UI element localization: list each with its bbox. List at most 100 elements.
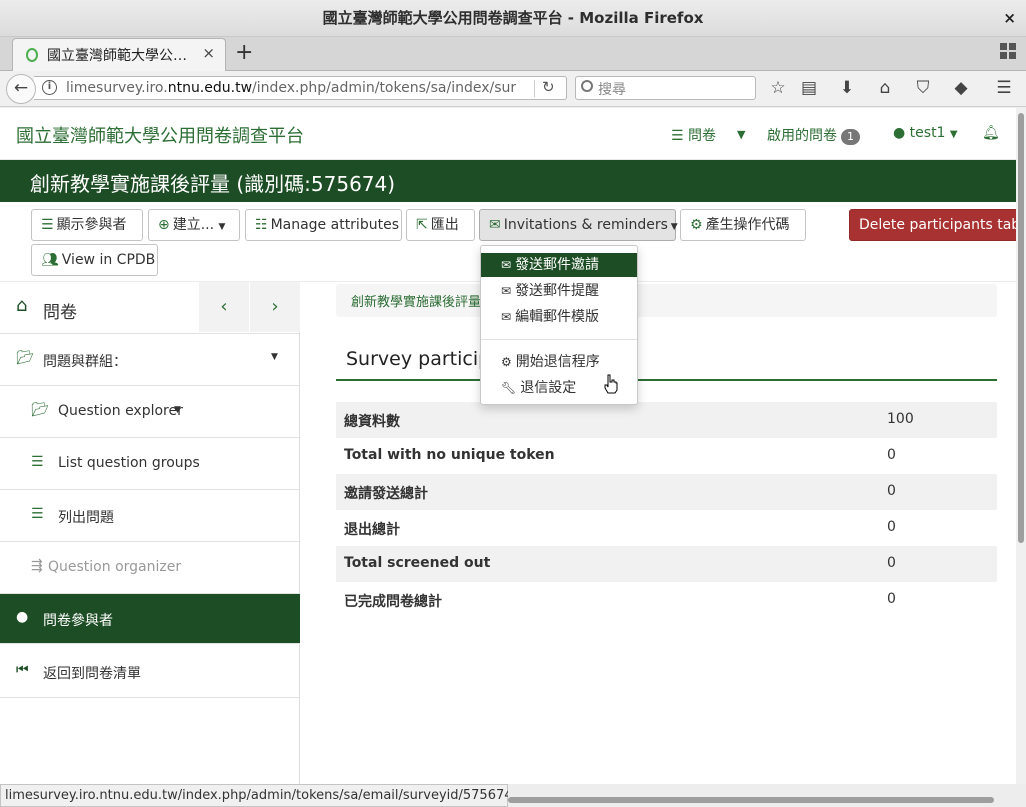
show-participants-button[interactable]: ☰ 顯示參與者 <box>31 209 143 241</box>
table-row: Total screened out 0 <box>336 546 997 582</box>
list-icon: ☰ <box>41 217 54 233</box>
table-row: Total with no unique token 0 <box>344 447 896 463</box>
manage-attributes-button[interactable]: ☷ Manage attributes <box>245 209 402 241</box>
sidebar-item-participants[interactable]: ● 問卷參與者 <box>0 594 300 644</box>
table-row: 總資料數 100 <box>336 402 997 438</box>
delete-participants-table-button[interactable]: Delete participants table <box>849 209 1016 241</box>
page-content: 國立臺灣師範大學公用問卷調查平台 ☰ 問卷 ▼ 啟用的問卷 1 ● test1 ▼… <box>0 108 1016 784</box>
heading-divider <box>336 379 997 381</box>
sidebar-item-list-questions[interactable]: ☰ 列出問題 <box>0 490 300 542</box>
folder-open-icon: 📂︎ <box>31 402 49 418</box>
site-header: 國立臺灣師範大學公用問卷調查平台 ☰ 問卷 ▼ 啟用的問卷 1 ● test1 ▼… <box>0 108 1016 160</box>
horizontal-scrollbar[interactable] <box>508 784 1026 807</box>
scrollbar-thumb[interactable] <box>1018 113 1024 543</box>
status-bar: limesurvey.iro.ntnu.edu.tw/index.php/adm… <box>0 784 513 807</box>
table-row: 邀請發送總計 0 <box>336 474 997 510</box>
send-email-reminder-item[interactable]: ✉ 發送郵件提醒 <box>481 279 637 303</box>
sidebar-item-question-explorer[interactable]: 📂︎ Question explorer ▼ <box>0 386 300 438</box>
sidebar-header-label: 問卷 <box>43 303 77 323</box>
user-icon: ● <box>16 609 29 625</box>
start-bounce-processing-item[interactable]: ⚙ 開始退信程序 <box>481 350 637 374</box>
active-surveys-menu[interactable]: 啟用的問卷 1 <box>767 125 860 145</box>
cogs-icon: ⚙ <box>501 355 512 369</box>
favicon-icon <box>26 48 38 62</box>
chevron-down-icon: ▼ <box>174 405 181 415</box>
share-icon[interactable]: ◆ <box>950 78 972 98</box>
back-button[interactable]: ← <box>6 74 36 104</box>
search-input[interactable]: 搜尋 <box>598 79 626 99</box>
url-separator <box>534 80 535 97</box>
home-icon: ⌂ <box>16 295 28 316</box>
window-titlebar: 國立臺灣師範大學公用問卷調查平台 - Mozilla Firefox <box>0 0 1026 37</box>
create-button[interactable]: ⊕ 建立... ▼ <box>148 209 240 241</box>
plus-circle-icon: ⊕ <box>158 217 170 233</box>
horizontal-scrollbar-thumb[interactable] <box>508 797 994 803</box>
invitations-reminders-button[interactable]: ✉ Invitations & reminders ▼ <box>479 209 678 241</box>
page-title: Survey particip <box>346 348 491 370</box>
bell-icon[interactable]: 🔔︎ <box>982 125 1000 141</box>
send-email-invitation-item[interactable]: ✉ 發送郵件邀請 <box>481 253 637 277</box>
sidebar-item-question-groups[interactable]: 📂︎ 問題與群組： ▼ <box>0 334 300 386</box>
sidebar-item-list-question-groups[interactable]: ☰ List question groups <box>0 438 300 490</box>
organizer-icon: ⇶ <box>31 558 43 574</box>
url-bar[interactable]: i limesurvey.iro.ntnu.edu.tw/index.php/a… <box>34 76 567 100</box>
sidebar-header: ⌂ 問卷 ‹ › <box>0 282 300 334</box>
tab-close-icon[interactable]: × <box>202 44 215 62</box>
sidebar-prev-icon[interactable]: ‹ <box>199 282 249 332</box>
attributes-icon: ☷ <box>255 217 268 233</box>
reading-list-icon[interactable]: ▤ <box>798 78 820 98</box>
browser-tab[interactable]: 國立臺灣師範大學公… × <box>12 38 226 71</box>
home-icon[interactable]: ⌂ <box>874 78 896 98</box>
hand-cursor-icon <box>604 374 618 394</box>
new-tab-button[interactable]: + <box>235 40 253 66</box>
sidebar-item-question-organizer[interactable]: ⇶ Question organizer <box>0 542 300 594</box>
reload-icon[interactable]: ↻ <box>542 78 555 96</box>
site-title[interactable]: 國立臺灣師範大學公用問卷調查平台 <box>16 122 304 148</box>
export-icon: ⇱ <box>416 217 428 233</box>
step-backward-icon: ⏮︎ <box>16 662 29 678</box>
active-surveys-badge: 1 <box>841 129 860 145</box>
envelope-open-icon: ✉ <box>501 284 512 298</box>
folder-open-icon: 📂︎ <box>16 350 34 366</box>
menu-icon[interactable]: ☰ <box>993 78 1015 98</box>
sidebar-item-back-to-list[interactable]: ⏮︎ 返回到問卷清單 <box>0 646 300 698</box>
envelope-outline-icon: ✉ <box>501 310 512 324</box>
search-icon <box>581 80 593 92</box>
list-icon: ☰ <box>31 454 44 470</box>
sidebar-next-icon[interactable]: › <box>250 282 300 332</box>
window-close-button[interactable]: × <box>1003 0 1016 37</box>
list-icon: ☰ <box>31 506 44 522</box>
export-button[interactable]: ⇱ 匯出 <box>406 209 475 241</box>
tab-list-icon[interactable] <box>1000 43 1016 59</box>
participant-stats-table: 總資料數 100 Total with no unique token 0 邀請發送… <box>336 402 997 618</box>
window-title: 國立臺灣師範大學公用問卷調查平台 - Mozilla Firefox <box>322 9 704 27</box>
vertical-scrollbar[interactable] <box>1016 108 1026 784</box>
bookmark-star-icon[interactable]: ☆ <box>767 78 789 98</box>
list-icon: ☰ <box>671 128 684 144</box>
chevron-down-icon[interactable]: ▼ <box>737 128 745 141</box>
envelope-icon: ✉ <box>501 258 512 272</box>
gear-icon: ⚙ <box>690 217 703 233</box>
surveys-menu[interactable]: ☰ 問卷 <box>671 125 716 145</box>
users-icon: 👥︎ <box>41 252 59 268</box>
table-row: 已完成問卷總計 0 <box>344 591 896 610</box>
chevron-down-icon: ▼ <box>271 352 278 362</box>
user-icon: ● <box>893 125 906 141</box>
breadcrumb-survey-link[interactable]: 創新教學實施課後評量 <box>351 291 481 310</box>
menu-divider <box>481 339 637 340</box>
user-menu[interactable]: ● test1 ▼ <box>893 125 958 141</box>
site-info-icon[interactable]: i <box>42 80 57 95</box>
download-icon[interactable]: ⬇ <box>836 78 858 98</box>
url-text[interactable]: limesurvey.iro.ntnu.edu.tw/index.php/adm… <box>66 80 516 96</box>
sidebar: ⌂ 問卷 ‹ › 📂︎ 問題與群組： ▼ 📂︎ Question explore… <box>0 282 300 784</box>
survey-title-bar: 創新教學實施課後評量 (識別碼:575674) <box>0 160 1016 202</box>
envelope-check-icon: ✉ <box>489 217 501 233</box>
edit-email-templates-item[interactable]: ✉ 編輯郵件模版 <box>481 305 637 329</box>
view-in-cpdb-button[interactable]: 👥︎ View in CPDB <box>31 244 158 276</box>
arrow-left-icon: ← <box>13 78 29 98</box>
wrench-icon: 🔧︎ <box>501 381 517 395</box>
pocket-icon[interactable]: ⛉ <box>912 78 934 98</box>
generate-tokens-button[interactable]: ⚙ 產生操作代碼 <box>680 209 806 241</box>
search-bar[interactable]: 搜尋 <box>575 76 756 100</box>
breadcrumb: 創新教學實施課後評量 <box>336 284 997 317</box>
